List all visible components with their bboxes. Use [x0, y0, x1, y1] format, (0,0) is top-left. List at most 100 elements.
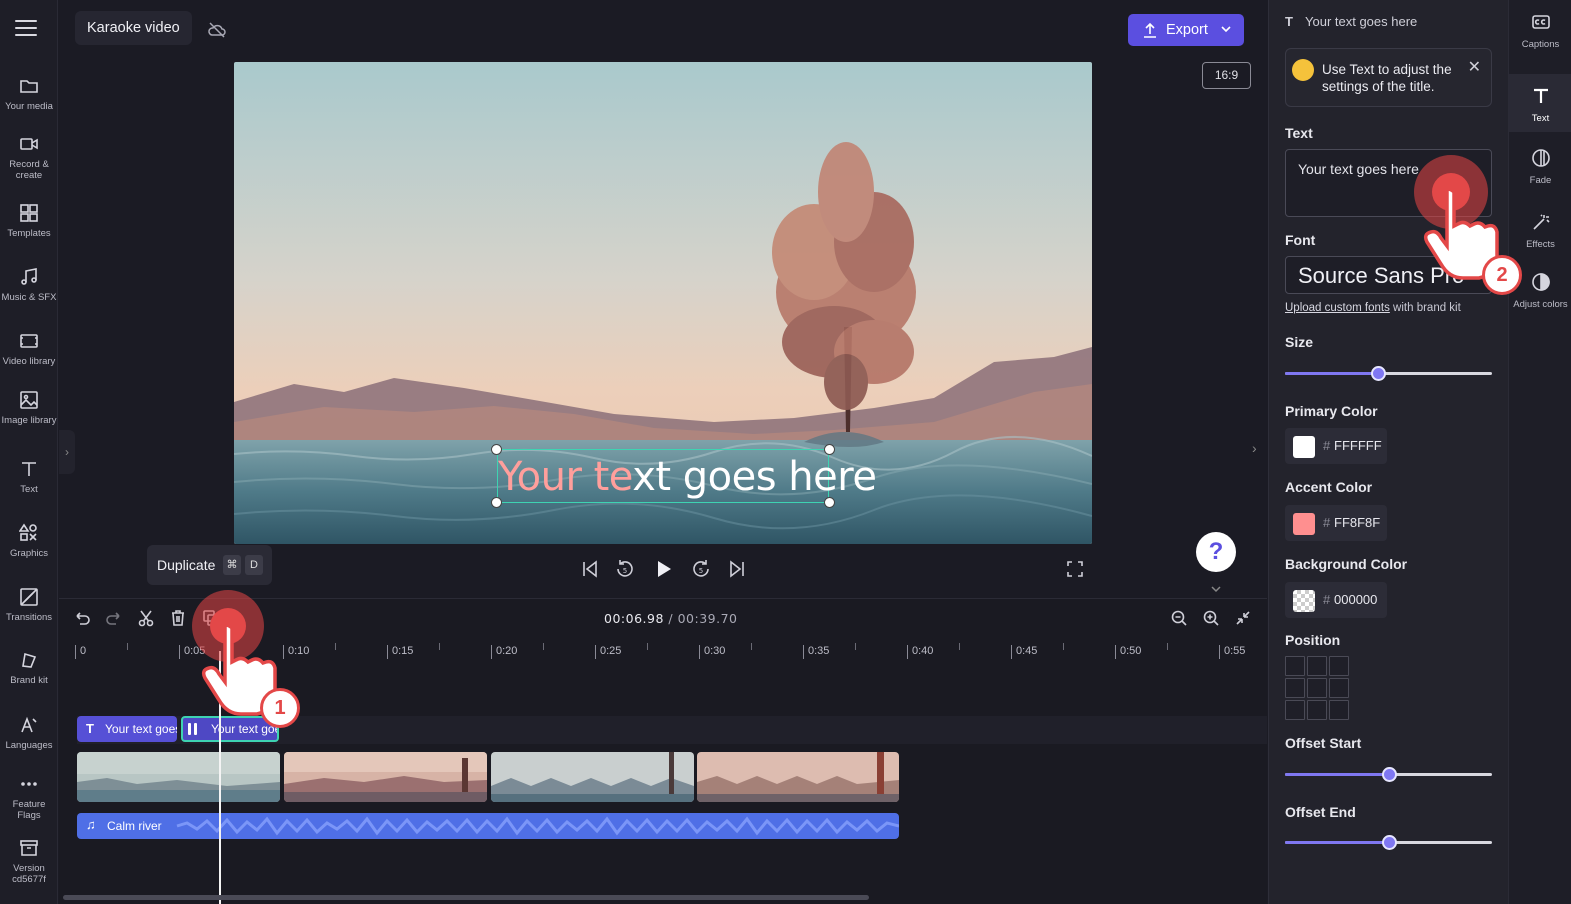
video-clip[interactable]	[491, 752, 694, 802]
timecode: 00:06.98 / 00:39.70	[604, 611, 738, 626]
forward-5-icon[interactable]: 5	[690, 558, 712, 580]
position-bottom-center[interactable]	[1307, 700, 1327, 720]
text-clip[interactable]: T Your text goes here	[77, 716, 177, 742]
video-clip[interactable]	[77, 752, 280, 802]
rewind-5-icon[interactable]: 5	[614, 558, 636, 580]
resize-handle-bottom-right[interactable]	[824, 497, 835, 508]
color-swatch	[1293, 513, 1315, 535]
transparent-swatch	[1293, 590, 1315, 612]
ruler-label: 0:45	[1011, 645, 1037, 659]
resize-handle-top-left[interactable]	[491, 444, 502, 455]
font-label: Font	[1285, 232, 1316, 248]
video-thumbnail	[491, 752, 694, 802]
size-slider[interactable]	[1285, 366, 1492, 382]
trim-handle[interactable]	[188, 723, 191, 735]
aspect-ratio-button[interactable]: 16:9	[1202, 62, 1251, 89]
slider-fill	[1285, 841, 1389, 844]
position-top-right[interactable]	[1329, 656, 1349, 676]
position-bottom-left[interactable]	[1285, 700, 1305, 720]
resize-handle-top-right[interactable]	[824, 444, 835, 455]
text-icon: T	[86, 721, 94, 736]
position-middle-left[interactable]	[1285, 678, 1305, 698]
title-selection-box[interactable]: Your text goes here	[497, 449, 877, 504]
adjust-colors-icon	[1531, 273, 1550, 291]
export-button[interactable]: Export	[1128, 14, 1244, 46]
d-key: D	[245, 555, 263, 575]
top-bar: Karaoke video Export	[59, 0, 1267, 60]
sidebar-item-graphics[interactable]: Graphics	[0, 523, 58, 559]
svg-text:5: 5	[699, 567, 703, 575]
sidebar-item-transitions[interactable]: Transitions	[0, 587, 58, 623]
ruler-minor-tick	[127, 643, 128, 650]
tab-text[interactable]: Text	[1509, 74, 1571, 132]
play-icon[interactable]	[652, 558, 676, 582]
position-middle-right[interactable]	[1329, 678, 1349, 698]
fit-timeline-icon[interactable]	[1234, 609, 1254, 629]
video-clip[interactable]	[697, 752, 899, 802]
zoom-in-icon[interactable]	[1202, 609, 1222, 629]
sidebar-item-feature-flags[interactable]: Feature Flags	[0, 774, 58, 821]
accent-color-picker[interactable]: # FF8F8F	[1285, 505, 1387, 541]
primary-color-picker[interactable]: # FFFFFF	[1285, 428, 1387, 464]
menu-icon[interactable]	[15, 20, 37, 38]
primary-color-label: Primary Color	[1285, 403, 1378, 419]
ruler-label: 0:30	[699, 645, 725, 659]
offset-start-slider[interactable]	[1285, 767, 1492, 783]
slider-knob[interactable]	[1381, 835, 1397, 850]
templates-icon	[0, 203, 58, 225]
image-icon	[0, 390, 58, 412]
fullscreen-icon[interactable]	[1064, 558, 1086, 580]
sidebar-item-image-library[interactable]: Image library	[0, 390, 58, 426]
tab-captions[interactable]: Captions	[1509, 12, 1571, 70]
effects-icon	[1532, 214, 1550, 230]
redo-icon[interactable]	[105, 609, 125, 629]
audio-waveform	[176, 816, 899, 836]
video-clip[interactable]	[284, 752, 487, 802]
position-top-center[interactable]	[1307, 656, 1327, 676]
size-label: Size	[1285, 334, 1314, 350]
text-label: Text	[1285, 125, 1313, 141]
video-thumbnail	[77, 752, 280, 802]
zoom-out-icon[interactable]	[1170, 609, 1190, 629]
offset-end-label: Offset End	[1285, 804, 1356, 820]
slider-knob[interactable]	[1381, 767, 1397, 782]
position-center[interactable]	[1307, 678, 1327, 698]
sidebar-item-your-media[interactable]: Your media	[0, 76, 58, 112]
cut-icon[interactable]	[137, 609, 157, 629]
skip-back-icon[interactable]	[579, 558, 601, 580]
delete-icon[interactable]	[169, 609, 189, 629]
sidebar-item-music-sfx[interactable]: Music & SFX	[0, 267, 58, 303]
close-icon[interactable]: ✕	[1468, 57, 1481, 77]
video-thumbnail	[697, 752, 899, 802]
title-overlay-text[interactable]: Your text goes here	[498, 450, 877, 504]
sidebar-item-text[interactable]: Text	[0, 459, 58, 495]
upload-fonts-link[interactable]: Upload custom fonts	[1285, 302, 1390, 314]
position-grid	[1285, 656, 1351, 722]
chevron-down-icon[interactable]	[1207, 582, 1225, 594]
ruler-label: 0:10	[283, 645, 309, 659]
position-top-left[interactable]	[1285, 656, 1305, 676]
tab-fade[interactable]: Fade	[1509, 148, 1571, 202]
skip-forward-icon[interactable]	[726, 558, 748, 580]
background-color-picker[interactable]: # 000000	[1285, 582, 1387, 618]
collapse-right-panel-button[interactable]: ›	[1252, 440, 1266, 462]
sidebar-item-brand-kit[interactable]: Brand kit	[0, 650, 58, 686]
undo-icon[interactable]	[73, 609, 93, 629]
audio-clip[interactable]: ♫ Calm river	[77, 813, 899, 839]
project-name-field[interactable]: Karaoke video	[75, 11, 192, 45]
more-icon	[0, 774, 58, 796]
sidebar-item-video-library[interactable]: Video library	[0, 331, 58, 367]
sidebar-item-languages[interactable]: Languages	[0, 715, 58, 751]
upload-fonts-text: Upload custom fonts with brand kit	[1285, 302, 1461, 314]
resize-handle-bottom-left[interactable]	[491, 497, 502, 508]
collapse-left-panel-button[interactable]: ›	[59, 430, 75, 474]
right-tab-bar: Captions Text Fade Effects Adjust colors	[1508, 0, 1571, 904]
sidebar-item-record-create[interactable]: Record & create	[0, 134, 58, 181]
slider-knob[interactable]	[1371, 366, 1387, 381]
position-bottom-right[interactable]	[1329, 700, 1349, 720]
offset-end-slider[interactable]	[1285, 835, 1492, 851]
sidebar-item-templates[interactable]: Templates	[0, 203, 58, 239]
help-button[interactable]: ?	[1196, 532, 1236, 572]
tab-effects[interactable]: Effects	[1509, 212, 1571, 266]
timeline-scrollbar[interactable]	[63, 895, 869, 900]
